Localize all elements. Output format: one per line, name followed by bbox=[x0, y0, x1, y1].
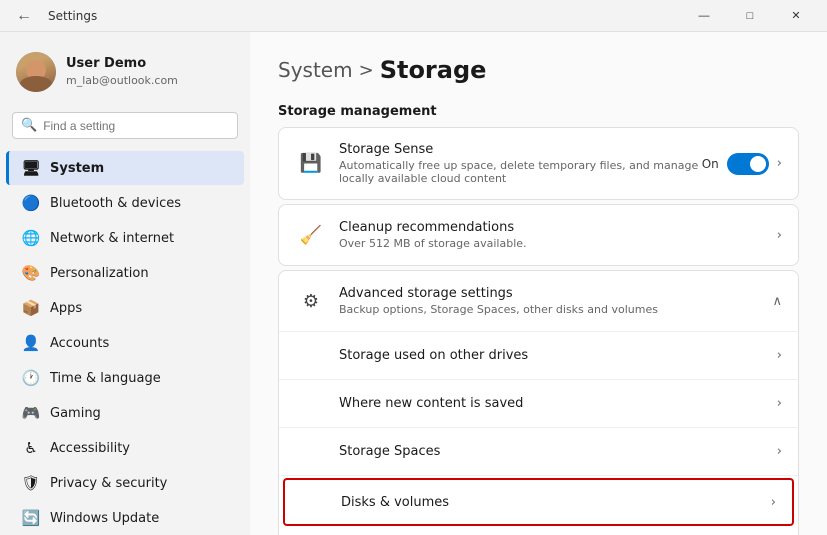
minimize-button[interactable]: — bbox=[681, 0, 727, 32]
advanced-storage-content: Advanced storage settings Backup options… bbox=[339, 286, 772, 316]
sidebar: User Demo m_lab@outlook.com 🔍 🖥 System 🔵… bbox=[0, 32, 250, 535]
cleanup-icon: 🧹 bbox=[295, 219, 327, 251]
maximize-button[interactable]: □ bbox=[727, 0, 773, 32]
search-icon: 🔍 bbox=[21, 118, 37, 133]
breadcrumb-parent: System bbox=[278, 58, 353, 82]
sidebar-label-network: Network & internet bbox=[50, 231, 174, 246]
update-icon: 🔄 bbox=[22, 509, 40, 527]
close-button[interactable]: ✕ bbox=[773, 0, 819, 32]
sidebar-label-update: Windows Update bbox=[50, 511, 159, 526]
sidebar-item-time[interactable]: 🕐 Time & language bbox=[6, 361, 244, 395]
search-input[interactable] bbox=[43, 119, 229, 133]
other-drives-chevron: › bbox=[777, 348, 782, 363]
sidebar-label-accounts: Accounts bbox=[50, 336, 109, 351]
breadcrumb-current: Storage bbox=[380, 56, 487, 84]
sidebar-label-accessibility: Accessibility bbox=[50, 441, 130, 456]
sidebar-label-system: System bbox=[50, 161, 104, 176]
network-icon: 🌐 bbox=[22, 229, 40, 247]
apps-icon: 📦 bbox=[22, 299, 40, 317]
cleanup-card: 🧹 Cleanup recommendations Over 512 MB of… bbox=[278, 204, 799, 266]
title-bar: ← Settings — □ ✕ bbox=[0, 0, 827, 32]
avatar bbox=[16, 52, 56, 92]
title-bar-left: ← Settings bbox=[8, 3, 97, 29]
advanced-storage-title: Advanced storage settings bbox=[339, 286, 772, 301]
advanced-storage-action: ∧ bbox=[772, 294, 782, 309]
sidebar-item-gaming[interactable]: 🎮 Gaming bbox=[6, 396, 244, 430]
cleanup-row[interactable]: 🧹 Cleanup recommendations Over 512 MB of… bbox=[279, 205, 798, 265]
search-box[interactable]: 🔍 bbox=[12, 112, 238, 139]
breadcrumb: System > Storage bbox=[278, 56, 799, 84]
storage-sense-icon: 💾 bbox=[295, 148, 327, 180]
back-button[interactable]: ← bbox=[8, 3, 40, 29]
cleanup-chevron: › bbox=[777, 228, 782, 243]
storage-sense-card: 💾 Storage Sense Automatically free up sp… bbox=[278, 127, 799, 200]
accessibility-icon: ♿ bbox=[22, 439, 40, 457]
sidebar-label-bluetooth: Bluetooth & devices bbox=[50, 196, 181, 211]
backup-options-row[interactable]: Backup options › bbox=[279, 528, 798, 535]
section-title: Storage management bbox=[278, 104, 799, 119]
storage-spaces-chevron: › bbox=[777, 444, 782, 459]
advanced-chevron-up: ∧ bbox=[772, 294, 782, 309]
window-controls: — □ ✕ bbox=[681, 0, 819, 32]
other-drives-label: Storage used on other drives bbox=[339, 348, 777, 363]
sidebar-nav: 🖥 System 🔵 Bluetooth & devices 🌐 Network… bbox=[0, 151, 250, 535]
sidebar-label-apps: Apps bbox=[50, 301, 82, 316]
app-title: Settings bbox=[48, 9, 97, 23]
sidebar-item-update[interactable]: 🔄 Windows Update bbox=[6, 501, 244, 535]
advanced-storage-header[interactable]: ⚙ Advanced storage settings Backup optio… bbox=[279, 271, 798, 332]
breadcrumb-separator: > bbox=[359, 60, 374, 81]
gaming-icon: 🎮 bbox=[22, 404, 40, 422]
advanced-storage-subtitle: Backup options, Storage Spaces, other di… bbox=[339, 303, 772, 316]
storage-sense-row[interactable]: 💾 Storage Sense Automatically free up sp… bbox=[279, 128, 798, 199]
sidebar-item-apps[interactable]: 📦 Apps bbox=[6, 291, 244, 325]
new-content-row[interactable]: Where new content is saved › bbox=[279, 380, 798, 428]
storage-sense-subtitle: Automatically free up space, delete temp… bbox=[339, 159, 702, 185]
storage-sense-content: Storage Sense Automatically free up spac… bbox=[339, 142, 702, 185]
sidebar-label-privacy: Privacy & security bbox=[50, 476, 167, 491]
disks-volumes-row[interactable]: Disks & volumes › bbox=[283, 478, 794, 526]
storage-spaces-row[interactable]: Storage Spaces › bbox=[279, 428, 798, 476]
sidebar-item-privacy[interactable]: 🛡 Privacy & security bbox=[6, 466, 244, 500]
time-icon: 🕐 bbox=[22, 369, 40, 387]
user-email: m_lab@outlook.com bbox=[66, 73, 178, 88]
advanced-storage-icon: ⚙ bbox=[295, 285, 327, 317]
disks-volumes-label: Disks & volumes bbox=[341, 495, 771, 510]
app-body: User Demo m_lab@outlook.com 🔍 🖥 System 🔵… bbox=[0, 32, 827, 535]
storage-sense-action: On › bbox=[702, 153, 782, 175]
main-content: System > Storage Storage management 💾 St… bbox=[250, 32, 827, 535]
storage-sense-title: Storage Sense bbox=[339, 142, 702, 157]
cleanup-content: Cleanup recommendations Over 512 MB of s… bbox=[339, 220, 777, 250]
avatar-image bbox=[16, 52, 56, 92]
storage-sense-chevron: › bbox=[777, 156, 782, 171]
system-icon: 🖥 bbox=[22, 159, 40, 177]
sidebar-item-network[interactable]: 🌐 Network & internet bbox=[6, 221, 244, 255]
personalization-icon: 🎨 bbox=[22, 264, 40, 282]
sidebar-item-system[interactable]: 🖥 System bbox=[6, 151, 244, 185]
privacy-icon: 🛡 bbox=[22, 474, 40, 492]
toggle-label: On bbox=[702, 157, 719, 171]
new-content-chevron: › bbox=[777, 396, 782, 411]
bluetooth-icon: 🔵 bbox=[22, 194, 40, 212]
sidebar-label-time: Time & language bbox=[50, 371, 161, 386]
other-drives-row[interactable]: Storage used on other drives › bbox=[279, 332, 798, 380]
sidebar-item-accounts[interactable]: 👤 Accounts bbox=[6, 326, 244, 360]
advanced-storage-card: ⚙ Advanced storage settings Backup optio… bbox=[278, 270, 799, 535]
cleanup-title: Cleanup recommendations bbox=[339, 220, 777, 235]
user-info: User Demo m_lab@outlook.com bbox=[66, 55, 178, 89]
storage-sense-toggle[interactable] bbox=[727, 153, 769, 175]
cleanup-subtitle: Over 512 MB of storage available. bbox=[339, 237, 777, 250]
sidebar-item-personalization[interactable]: 🎨 Personalization bbox=[6, 256, 244, 290]
user-name: User Demo bbox=[66, 55, 178, 73]
sidebar-item-bluetooth[interactable]: 🔵 Bluetooth & devices bbox=[6, 186, 244, 220]
accounts-icon: 👤 bbox=[22, 334, 40, 352]
cleanup-action: › bbox=[777, 228, 782, 243]
disks-volumes-chevron: › bbox=[771, 495, 776, 510]
advanced-sub-rows: Storage used on other drives › Where new… bbox=[279, 332, 798, 535]
storage-spaces-label: Storage Spaces bbox=[339, 444, 777, 459]
user-profile: User Demo m_lab@outlook.com bbox=[0, 44, 250, 108]
new-content-label: Where new content is saved bbox=[339, 396, 777, 411]
sidebar-label-personalization: Personalization bbox=[50, 266, 149, 281]
sidebar-label-gaming: Gaming bbox=[50, 406, 101, 421]
sidebar-item-accessibility[interactable]: ♿ Accessibility bbox=[6, 431, 244, 465]
